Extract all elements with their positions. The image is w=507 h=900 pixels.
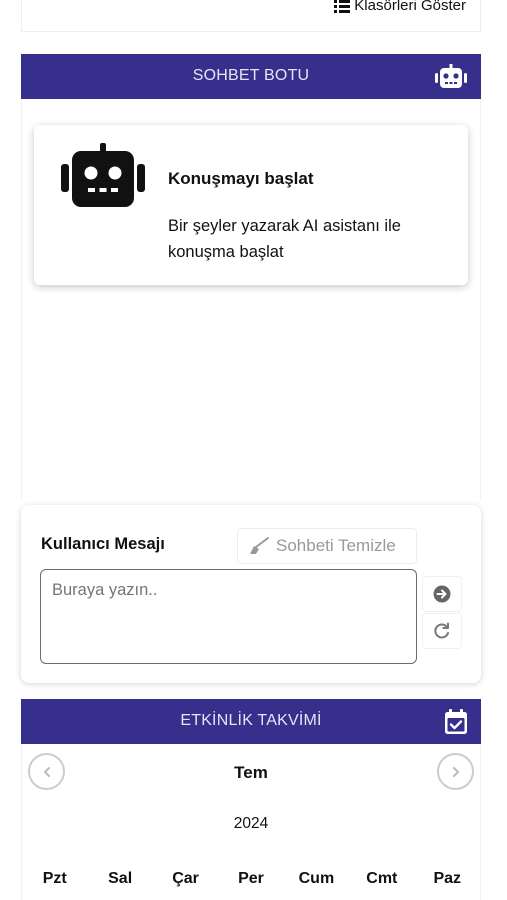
next-month-button[interactable] bbox=[437, 753, 474, 790]
weekday-label: Çar bbox=[172, 870, 199, 887]
weekday-label: Cum bbox=[298, 870, 335, 887]
chevron-right-icon bbox=[452, 766, 459, 777]
weekday-label: Paz bbox=[433, 870, 462, 887]
calendar-header: ETKİNLİK TAKVİMİ bbox=[21, 699, 481, 744]
start-conversation-card: Konuşmayı başlat Bir şeyler yazarak AI a… bbox=[34, 125, 468, 285]
clear-chat-button[interactable]: Sohbeti Temizle bbox=[237, 528, 417, 564]
calendar-title: ETKİNLİK TAKVİMİ bbox=[180, 712, 322, 729]
list-icon bbox=[334, 0, 351, 13]
weekday-label: Pzt bbox=[42, 870, 67, 887]
chatbot-title: SOHBET BOTU bbox=[192, 67, 310, 84]
send-button[interactable] bbox=[422, 576, 462, 612]
calendar-month: Tem bbox=[234, 763, 268, 782]
calendar-check-icon bbox=[445, 709, 467, 734]
start-title: Konuşmayı başlat bbox=[168, 169, 314, 188]
top-strip: Klasörleri Göster bbox=[21, 0, 481, 32]
calendar-year: 2024 bbox=[233, 815, 269, 832]
user-message-label: Kullanıcı Mesajı bbox=[41, 535, 165, 553]
show-folders-label: Klasörleri Göster bbox=[354, 0, 466, 14]
chatbot-header: SOHBET BOTU bbox=[21, 54, 481, 99]
calendar-body: Tem 2024 Pzt Sal Çar Per Cum Cmt Paz bbox=[21, 744, 481, 900]
robot-icon bbox=[61, 143, 145, 207]
weekday-label: Cmt bbox=[366, 870, 398, 887]
broom-icon bbox=[250, 537, 269, 554]
message-input[interactable] bbox=[40, 569, 417, 664]
weekday-label: Per bbox=[238, 870, 264, 887]
refresh-icon bbox=[434, 622, 449, 639]
weekday-label: Sal bbox=[108, 870, 133, 887]
robot-icon bbox=[435, 64, 467, 88]
weekday-row: Pzt Sal Çar Per Cum Cmt Paz bbox=[22, 870, 480, 888]
refresh-button[interactable] bbox=[422, 613, 462, 649]
clear-chat-label: Sohbeti Temizle bbox=[276, 536, 396, 555]
arrow-right-circle-icon bbox=[433, 585, 451, 603]
user-message-card: Kullanıcı Mesajı Sohbeti Temizle bbox=[21, 505, 481, 683]
show-folders-button[interactable]: Klasörleri Göster bbox=[334, 0, 466, 14]
start-description: Bir şeyler yazarak AI asistanı ile konuş… bbox=[168, 217, 401, 261]
